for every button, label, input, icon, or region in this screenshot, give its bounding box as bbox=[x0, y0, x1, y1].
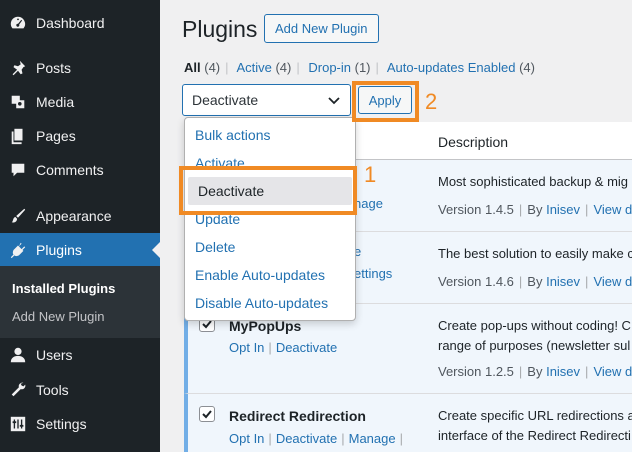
pages-icon bbox=[0, 127, 36, 145]
opt-in-link[interactable]: Opt In bbox=[229, 431, 264, 446]
option-bulk-actions[interactable]: Bulk actions bbox=[185, 121, 355, 149]
media-icon bbox=[0, 93, 36, 111]
filter-separator: | bbox=[375, 60, 379, 75]
plugin-by: By bbox=[527, 274, 543, 289]
admin-sidebar: Dashboard Posts Media Pages Comments App… bbox=[0, 0, 160, 452]
filter-autoupdates[interactable]: Auto-updates Enabled bbox=[387, 60, 516, 75]
comment-icon bbox=[0, 161, 36, 179]
menu-tools-label: Tools bbox=[36, 382, 69, 398]
plugin-view-details-link[interactable]: View det bbox=[593, 274, 632, 289]
action-separator: | bbox=[268, 340, 272, 355]
plugin-status-filters: All (4) | Active (4) | Drop-in (1) | Auto-u… bbox=[184, 60, 535, 75]
menu-media[interactable]: Media bbox=[0, 85, 160, 119]
dashboard-icon bbox=[0, 14, 36, 32]
plugin-author-link[interactable]: Inisev bbox=[546, 364, 580, 379]
option-disable-auto-updates[interactable]: Disable Auto-updates bbox=[185, 289, 355, 317]
bulk-actions-selected: Deactivate bbox=[192, 92, 259, 108]
filter-active-count: (4) bbox=[275, 60, 292, 75]
pin-icon bbox=[0, 59, 36, 77]
plugin-version: Version 1.2.5 bbox=[438, 364, 514, 379]
annotation-box-apply bbox=[352, 81, 419, 122]
add-new-plugin-button[interactable]: Add New Plugin bbox=[264, 14, 379, 43]
plugin-version-line: Version 1.4.5|By Inisev|View det bbox=[438, 202, 632, 217]
manage-link[interactable]: Manage bbox=[349, 431, 396, 446]
filter-autoupdates-count: (4) bbox=[519, 60, 535, 75]
plugin-view-details-link[interactable]: View det bbox=[593, 202, 632, 217]
chevron-down-icon bbox=[328, 97, 340, 105]
menu-dashboard[interactable]: Dashboard bbox=[0, 6, 160, 40]
filter-separator: | bbox=[225, 60, 229, 75]
plugin-description: Most sophisticated backup & mig bbox=[438, 174, 629, 189]
menu-appearance-label: Appearance bbox=[36, 208, 112, 224]
annotation-number-2: 2 bbox=[425, 89, 438, 114]
plugin-checkbox[interactable] bbox=[199, 406, 215, 422]
plugin-name: Redirect Redirection bbox=[229, 408, 366, 424]
filter-dropin[interactable]: Drop-in bbox=[308, 60, 351, 75]
menu-users[interactable]: Users bbox=[0, 338, 160, 372]
filter-all-count: (4) bbox=[204, 60, 221, 75]
menu-media-label: Media bbox=[36, 94, 75, 110]
menu-plugins-label: Plugins bbox=[36, 242, 82, 258]
menu-comments[interactable]: Comments bbox=[0, 153, 160, 187]
submenu-add-new-plugin[interactable]: Add New Plugin bbox=[12, 309, 105, 324]
user-icon bbox=[0, 346, 36, 364]
brush-icon bbox=[0, 207, 36, 225]
submenu-installed-plugins[interactable]: Installed Plugins bbox=[12, 281, 115, 296]
menu-users-label: Users bbox=[36, 347, 73, 363]
plugin-row-actions: Opt In | Deactivate bbox=[229, 340, 337, 355]
plugin-description-cont: range of purposes (newsletter sul bbox=[438, 338, 631, 353]
plugin-icon bbox=[0, 241, 36, 259]
plugin-description-cont: interface of the Redirect Redirecti bbox=[438, 428, 631, 443]
filter-active[interactable]: Active bbox=[236, 60, 271, 75]
filter-all[interactable]: All bbox=[184, 60, 201, 75]
option-enable-auto-updates[interactable]: Enable Auto-updates bbox=[185, 261, 355, 289]
action-separator: | bbox=[399, 431, 403, 446]
deactivate-link[interactable]: Deactivate bbox=[276, 431, 337, 446]
page-title: Plugins bbox=[182, 16, 258, 42]
plugin-description: Create specific URL redirections a bbox=[438, 408, 632, 423]
plugin-version-line: Version 1.4.6|By Inisev|View det bbox=[438, 274, 632, 289]
menu-appearance[interactable]: Appearance bbox=[0, 199, 160, 233]
menu-pages[interactable]: Pages bbox=[0, 119, 160, 153]
plugin-row-actions: Opt In | Deactivate | Manage | bbox=[229, 431, 407, 446]
annotation-box-deactivate bbox=[179, 166, 357, 215]
action-separator: | bbox=[341, 431, 345, 446]
plugin-author-link[interactable]: Inisev bbox=[546, 274, 580, 289]
menu-pages-label: Pages bbox=[36, 128, 76, 144]
plugin-view-details-link[interactable]: View det bbox=[593, 364, 632, 379]
plugin-settings-link[interactable]: ettings bbox=[354, 266, 392, 281]
column-description: Description bbox=[438, 134, 509, 150]
plugin-version: Version 1.4.6 bbox=[438, 274, 514, 289]
bulk-actions-dropdown: Bulk actions Activate Deactivate Update … bbox=[184, 117, 356, 321]
option-delete[interactable]: Delete bbox=[185, 233, 355, 261]
deactivate-link[interactable]: Deactivate bbox=[276, 340, 337, 355]
plugin-description: The best solution to easily make c bbox=[438, 246, 632, 261]
menu-settings-label: Settings bbox=[36, 416, 87, 432]
menu-plugins[interactable]: Plugins bbox=[0, 233, 160, 267]
menu-posts-label: Posts bbox=[36, 60, 72, 76]
plugin-description: Create pop-ups without coding! C bbox=[438, 318, 631, 333]
plugin-version: Version 1.4.5 bbox=[438, 202, 514, 217]
plugin-author-link[interactable]: Inisev bbox=[546, 202, 580, 217]
menu-posts[interactable]: Posts bbox=[0, 51, 160, 85]
menu-tools[interactable]: Tools bbox=[0, 373, 160, 407]
action-separator: | bbox=[268, 431, 272, 446]
plugin-by: By bbox=[527, 202, 543, 217]
menu-dashboard-label: Dashboard bbox=[36, 15, 105, 31]
plugin-by: By bbox=[527, 364, 543, 379]
table-row: Redirect Redirection Opt In | Deactivate | M… bbox=[184, 394, 632, 452]
wrench-icon bbox=[0, 381, 36, 399]
opt-in-link[interactable]: Opt In bbox=[229, 340, 264, 355]
settings-icon bbox=[0, 415, 36, 433]
menu-comments-label: Comments bbox=[36, 162, 104, 178]
annotation-number-1: 1 bbox=[364, 162, 377, 187]
filter-dropin-count: (1) bbox=[354, 60, 371, 75]
menu-settings[interactable]: Settings bbox=[0, 407, 160, 441]
plugins-submenu: Installed Plugins Add New Plugin bbox=[0, 266, 160, 338]
plugin-version-line: Version 1.2.5|By Inisev|View det bbox=[438, 364, 632, 379]
filter-separator: | bbox=[296, 60, 300, 75]
bulk-actions-select[interactable]: Deactivate bbox=[182, 84, 351, 116]
